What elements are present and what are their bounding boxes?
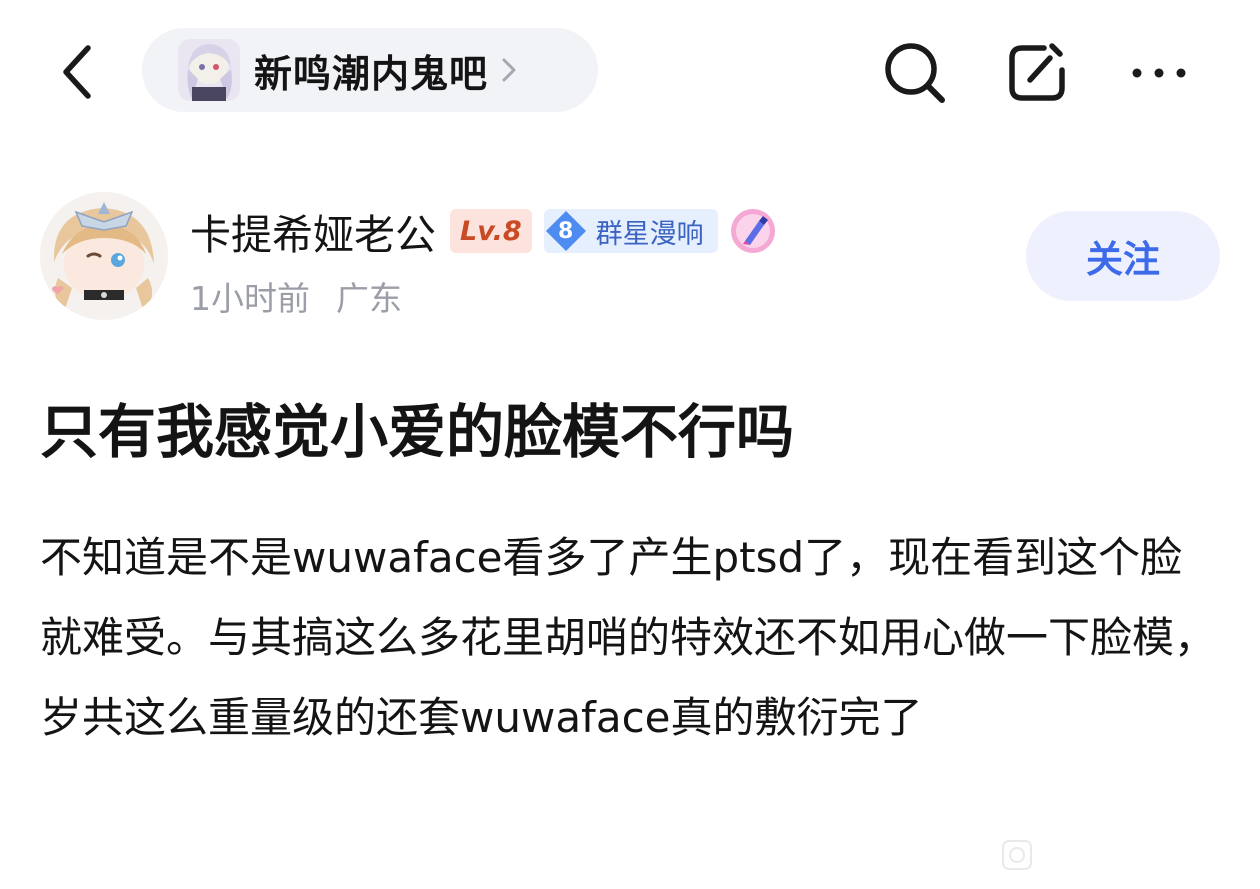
- more-icon: [1132, 68, 1186, 78]
- group-name: 群星漫响: [595, 218, 704, 250]
- group-badge[interactable]: 8 群星漫响: [543, 209, 718, 253]
- more-button[interactable]: [1124, 38, 1194, 108]
- forum-avatar: [178, 39, 240, 101]
- author-avatar[interactable]: [40, 192, 168, 320]
- post-body: 不知道是不是wuwaface看多了产生ptsd了，现在看到这个脸就难受。与其搞这…: [40, 533, 1217, 742]
- group-level-icon: 8: [544, 209, 588, 253]
- chevron-right-icon: [500, 55, 518, 85]
- forum-entry[interactable]: 新鸣潮内鬼吧: [142, 28, 598, 112]
- author-name[interactable]: 卡提希娅老公: [190, 201, 436, 261]
- follow-button[interactable]: 关注: [1026, 211, 1220, 301]
- post-meta: 1小时前 广东: [190, 272, 402, 320]
- post-title: 只有我感觉小爱的脸模不行吗: [40, 398, 795, 466]
- post-location: 广东: [336, 279, 402, 318]
- group-level: 8: [558, 218, 574, 244]
- search-icon: [885, 43, 945, 103]
- back-button[interactable]: [52, 40, 100, 104]
- post-time: 1小时前: [190, 279, 310, 318]
- share-icon: [1009, 43, 1065, 101]
- back-arrow-icon: [63, 45, 91, 99]
- forum-name: 新鸣潮内鬼吧: [254, 51, 489, 96]
- level-badge: Lv.8: [450, 209, 532, 253]
- search-button[interactable]: [880, 38, 950, 108]
- brush-badge-icon: [730, 208, 776, 254]
- watermark-icon: [1000, 838, 1034, 872]
- share-button[interactable]: [1002, 38, 1072, 108]
